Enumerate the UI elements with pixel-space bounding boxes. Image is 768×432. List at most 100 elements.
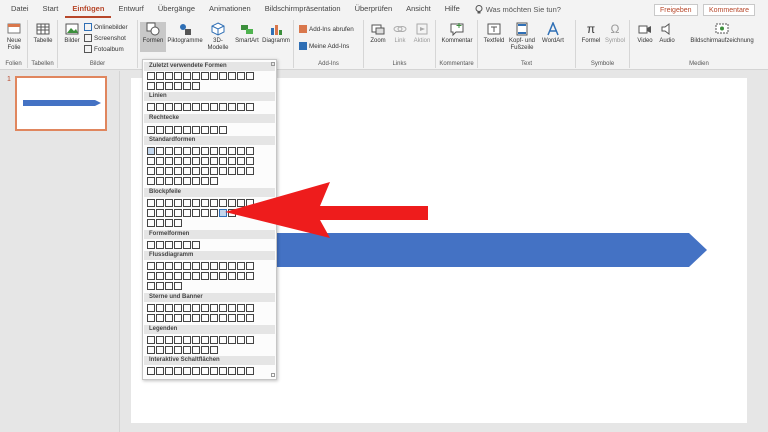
- textbox-button[interactable]: Textfeld: [482, 22, 506, 45]
- photo-album-label: Fotoalbum: [94, 45, 124, 53]
- chart-button[interactable]: Diagramm: [261, 22, 291, 45]
- section-flowchart: Flussdiagramm: [144, 251, 275, 260]
- omega-icon: Ω: [610, 22, 620, 36]
- table-label: Tabelle: [33, 38, 53, 44]
- header-footer-button[interactable]: Kopf- und Fußzeile: [508, 22, 536, 52]
- zoom-icon: [371, 24, 385, 35]
- shape-row[interactable]: [147, 72, 254, 80]
- comment-button[interactable]: Kommentar: [439, 22, 475, 45]
- shape-row[interactable]: [147, 314, 254, 322]
- online-images-button[interactable]: Onlinebilder: [84, 23, 128, 31]
- comments-button[interactable]: Kommentare: [703, 4, 756, 16]
- images-label: Bilder: [64, 38, 80, 44]
- tab-animationen[interactable]: Animationen: [202, 0, 258, 18]
- group-label: Tabellen: [31, 61, 54, 67]
- shape-row[interactable]: [147, 157, 254, 165]
- smartart-label: SmartArt: [235, 38, 259, 44]
- action-button[interactable]: Aktion: [411, 22, 433, 45]
- shape-row[interactable]: [147, 336, 254, 344]
- section-basic-shapes: Standardformen: [144, 136, 275, 145]
- tab-start[interactable]: Start: [36, 0, 66, 18]
- shape-row[interactable]: [147, 103, 254, 111]
- section-rectangles: Rechtecke: [144, 114, 275, 123]
- link-button[interactable]: Link: [389, 22, 411, 45]
- tab-hilfe[interactable]: Hilfe: [438, 0, 467, 18]
- shape-row[interactable]: [147, 241, 200, 249]
- shape-row[interactable]: [147, 262, 254, 270]
- chart-label: Diagramm: [262, 38, 290, 44]
- images-button[interactable]: Bilder: [62, 22, 82, 45]
- shape-row[interactable]: [147, 82, 200, 90]
- video-button[interactable]: Video: [634, 22, 656, 45]
- share-button[interactable]: Freigeben: [654, 4, 698, 16]
- audio-label: Audio: [659, 38, 675, 44]
- new-slide-label: Neue Folie: [6, 38, 22, 51]
- tab-datei[interactable]: Datei: [4, 0, 36, 18]
- group-comments: Kommentar Kommentare: [436, 20, 478, 68]
- header-footer-icon: [516, 22, 528, 36]
- shape-row[interactable]: [147, 209, 236, 217]
- tell-me-search[interactable]: Was möchten Sie tun?: [467, 4, 561, 14]
- shape-row[interactable]: [147, 272, 254, 280]
- new-slide-icon: [7, 23, 21, 34]
- group-label: Links: [392, 61, 407, 67]
- formula-button[interactable]: π Formel: [579, 22, 603, 45]
- group-label: Folien: [5, 61, 22, 67]
- pi-icon: π: [586, 22, 596, 36]
- action-icon: [416, 23, 428, 35]
- section-recent: Zuletzt verwendete Formen: [144, 62, 275, 71]
- shape-row[interactable]: [147, 167, 254, 175]
- 3d-models-button[interactable]: 3D-Modelle: [204, 22, 232, 52]
- screen-recording-icon: [715, 23, 729, 34]
- table-icon: [36, 23, 50, 35]
- shape-row[interactable]: [147, 147, 254, 155]
- shapes-icon: [146, 22, 160, 36]
- tab-ueberpruefen[interactable]: Überprüfen: [348, 0, 400, 18]
- new-slide-button[interactable]: Neue Folie: [2, 22, 26, 52]
- shape-row[interactable]: [147, 219, 182, 227]
- icons-button[interactable]: Piktogramme: [167, 22, 203, 45]
- shape-row[interactable]: [147, 177, 218, 185]
- screenshot-label: Screenshot: [94, 34, 126, 42]
- zoom-button[interactable]: Zoom: [367, 22, 389, 45]
- section-stars-banners: Sterne und Banner: [144, 293, 275, 302]
- tab-einfuegen[interactable]: Einfügen: [65, 0, 112, 18]
- group-links: Zoom Link Aktion Links: [364, 20, 436, 68]
- action-label: Aktion: [413, 38, 431, 44]
- slide-thumbnail[interactable]: [15, 76, 107, 131]
- scroll-up-button[interactable]: [271, 62, 275, 66]
- shape-row[interactable]: [147, 367, 254, 375]
- table-button[interactable]: Tabelle: [31, 22, 55, 45]
- symbol-button[interactable]: Ω Symbol: [603, 22, 627, 45]
- tab-uebergaenge[interactable]: Übergänge: [151, 0, 202, 18]
- group-label: Bilder: [89, 61, 106, 67]
- ribbon-tabs: Datei Start Einfügen Entwurf Übergänge A…: [0, 0, 768, 18]
- shape-row[interactable]: [147, 304, 254, 312]
- shape-row[interactable]: [147, 282, 182, 290]
- cube-icon: [211, 22, 225, 36]
- shape-row[interactable]: [147, 346, 218, 354]
- photo-album-icon: [84, 45, 92, 53]
- photo-album-button[interactable]: Fotoalbum: [84, 45, 124, 53]
- group-tables: Tabelle Tabellen: [28, 20, 58, 68]
- shape-row[interactable]: [147, 126, 227, 134]
- get-addins-button[interactable]: Add-Ins abrufen: [299, 25, 354, 33]
- shapes-button[interactable]: Formen: [140, 22, 166, 52]
- link-icon: [393, 26, 407, 32]
- wordart-button[interactable]: WordArt: [538, 22, 568, 45]
- smartart-button[interactable]: SmartArt: [233, 22, 261, 45]
- tab-entwurf[interactable]: Entwurf: [111, 0, 150, 18]
- my-addins-button[interactable]: Meine Add-Ins: [299, 42, 349, 50]
- link-label: Link: [394, 38, 406, 44]
- lightbulb-icon: [475, 4, 483, 13]
- group-label: Kommentare: [439, 61, 474, 67]
- smartart-icon: [241, 25, 253, 34]
- group-slides: Neue Folie Folien: [0, 20, 28, 68]
- screenshot-button[interactable]: Screenshot: [84, 34, 126, 42]
- tab-bildschirmpraesentation[interactable]: Bildschirmpräsentation: [258, 0, 348, 18]
- scroll-down-button[interactable]: [271, 373, 275, 377]
- 3d-models-label: 3D-Modelle: [207, 38, 229, 51]
- screen-recording-button[interactable]: Bildschirmaufzeichnung: [678, 22, 766, 45]
- audio-button[interactable]: Audio: [656, 22, 678, 45]
- tab-ansicht[interactable]: Ansicht: [399, 0, 438, 18]
